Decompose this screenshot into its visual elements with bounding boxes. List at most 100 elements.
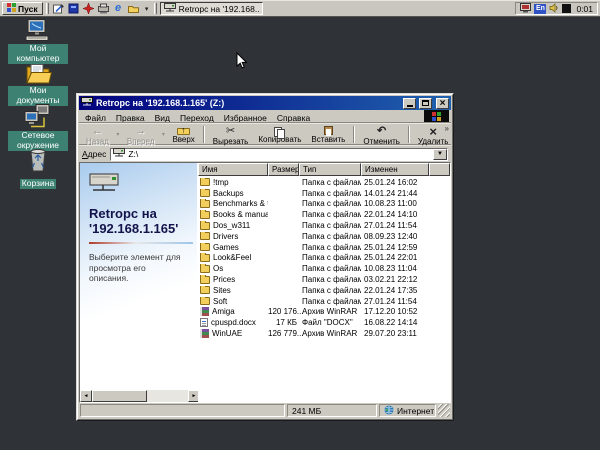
network-drive-icon: [113, 145, 126, 163]
show-desktop-icon[interactable]: [52, 2, 65, 15]
file-name-cell: WinUAE: [198, 329, 268, 339]
file-name-label: Books & manuals: [213, 210, 268, 220]
file-modified-cell: 14.01.24 21:44: [364, 188, 418, 198]
toolbar-group-up: Вверх: [167, 124, 199, 145]
app-gray-icon[interactable]: [97, 2, 110, 15]
file-row[interactable]: cpuspd.docx 17 КБ Файл "DOCX" 16.08.22 14:1…: [198, 317, 450, 328]
rar-icon: [200, 307, 209, 317]
toolbar-separator: [353, 126, 356, 143]
horizontal-scrollbar[interactable]: ◄ ►: [80, 390, 200, 402]
file-row[interactable]: Drivers Папка с файлами08.09.23 12:40: [198, 231, 450, 242]
minimize-button[interactable]: [403, 97, 416, 109]
display-tray-icon[interactable]: [520, 0, 532, 18]
file-name-cell: Benchmarks & tests: [198, 199, 268, 208]
toolbar-group-undo: Отменить: [358, 124, 405, 146]
file-modified-cell: 25.01.24 12:59: [364, 242, 418, 252]
menu-item-favorites[interactable]: Избранное: [219, 113, 272, 123]
file-name-cell: cpuspd.docx: [198, 318, 268, 328]
toolbar-overflow-chevron[interactable]: »: [445, 124, 449, 133]
start-label: Пуск: [18, 3, 38, 14]
file-row[interactable]: Soft Папка с файлами27.01.24 11:54: [198, 296, 450, 307]
resize-grip[interactable]: [438, 404, 450, 417]
menu-item-go[interactable]: Переход: [175, 113, 219, 123]
file-row[interactable]: Sites Папка с файлами22.01.24 17:35: [198, 285, 450, 296]
back-dropdown-arrow[interactable]: [114, 124, 122, 145]
column-headers: Имя Размер Тип Изменен: [198, 163, 450, 176]
desktop-icon-my-computer[interactable]: Мой компьютер: [8, 19, 68, 66]
start-button[interactable]: Пуск: [2, 2, 43, 15]
undo-button[interactable]: Отменить: [358, 124, 405, 146]
app-red-icon[interactable]: [82, 2, 95, 15]
file-row[interactable]: Look&Feel Папка с файлами25.01.24 22:01: [198, 253, 450, 264]
file-size-cell: 17 КБ: [275, 318, 297, 328]
rar-icon: [200, 329, 209, 339]
address-dropdown-button[interactable]: ▼: [433, 148, 447, 160]
app-blue-icon[interactable]: [67, 2, 80, 15]
folder-icon[interactable]: [127, 2, 140, 15]
desktop-icon-recycle-bin[interactable]: Корзина: [8, 147, 68, 191]
file-name-label: Dos_w311: [213, 221, 251, 231]
desktop-icon-label: Мои документы: [8, 85, 68, 106]
file-row[interactable]: !tmp Папка с файлами25.01.24 16:02: [198, 177, 450, 188]
toolbar-group-paste: Вставить: [306, 124, 350, 145]
copy-button[interactable]: Копировать: [253, 124, 306, 145]
forward-dropdown-arrow[interactable]: [159, 124, 167, 145]
file-type-cell: Папка с файлами: [302, 296, 361, 306]
windows-logo-icon: [7, 3, 16, 14]
file-rows: !tmpПапка с файлами25.01.24 16:02Backups…: [198, 176, 450, 339]
file-name-label: Amiga: [212, 307, 235, 317]
file-size-cell: 120 176...: [268, 307, 304, 317]
undo-arrow-icon: [377, 126, 386, 137]
menu-item-view[interactable]: Вид: [150, 113, 175, 123]
file-row[interactable]: Benchmarks & tests Папка с файлами10.08.2…: [198, 199, 450, 210]
volume-icon[interactable]: [549, 0, 559, 18]
desktop-icon-my-documents[interactable]: Мои документы: [8, 61, 68, 108]
folder-icon: [200, 177, 210, 187]
file-row[interactable]: Os Папка с файлами10.08.23 11:04: [198, 263, 450, 274]
maximize-button[interactable]: [419, 97, 432, 109]
quicklaunch-overflow-arrow[interactable]: ▾: [143, 5, 151, 13]
taskbar-window-button[interactable]: Retropc на '192.168...: [159, 2, 263, 15]
file-row[interactable]: Books & manuals Папка с файлами22.01.24 1…: [198, 209, 450, 220]
file-modified-cell: 29.07.20 23:11: [364, 329, 417, 339]
menu-item-file[interactable]: Файл: [80, 113, 111, 123]
close-button[interactable]: ×: [436, 97, 449, 109]
folder-icon: [200, 296, 210, 306]
paste-button-label: Вставить: [311, 135, 346, 144]
file-row[interactable]: Amiga 120 176... Архив WinRAR 17.12.20 10:5…: [198, 307, 450, 318]
paste-button[interactable]: Вставить: [306, 124, 350, 145]
file-row[interactable]: Prices Папка с файлами03.02.21 22:12: [198, 274, 450, 285]
up-button[interactable]: Вверх: [167, 124, 199, 145]
back-button[interactable]: Назад: [81, 124, 114, 146]
scroll-left-arrow[interactable]: ◄: [80, 390, 92, 402]
forward-button[interactable]: Вперед: [122, 124, 160, 146]
column-header-type[interactable]: Тип: [299, 163, 361, 176]
column-header-size[interactable]: Размер: [268, 163, 299, 176]
menu-item-help[interactable]: Справка: [272, 113, 315, 123]
file-modified-cell: 25.01.24 16:02: [364, 177, 418, 187]
file-row[interactable]: Backups Папка с файлами14.01.24 21:44: [198, 188, 450, 199]
folder-icon: [200, 199, 210, 208]
scrollbar-track[interactable]: [147, 390, 188, 402]
task-button-label: Retropc на '192.168...: [178, 3, 259, 14]
scrollbar-thumb[interactable]: [92, 390, 147, 402]
internet-explorer-icon[interactable]: e: [112, 2, 125, 15]
system-tray: En 0:01: [515, 2, 598, 15]
address-input[interactable]: Z:\ ▼: [110, 145, 448, 163]
file-row[interactable]: Dos_w311 Папка с файлами27.01.24 11:54: [198, 220, 450, 231]
file-type-cell: Папка с файлами: [302, 242, 361, 252]
toolbar-group-cut: Вырезать: [208, 124, 254, 146]
file-type-cell: Папка с файлами: [302, 199, 361, 209]
file-modified-cell: 22.01.24 17:35: [364, 285, 418, 295]
file-name-label: WinUAE: [212, 329, 243, 339]
column-header-name[interactable]: Имя: [198, 163, 268, 176]
app-tray-icon[interactable]: [562, 4, 572, 13]
file-row[interactable]: Games Папка с файлами25.01.24 12:59: [198, 242, 450, 253]
cut-button[interactable]: Вырезать: [208, 124, 254, 146]
column-header-modified[interactable]: Изменен: [361, 163, 429, 176]
language-indicator[interactable]: En: [534, 3, 547, 14]
network-drive-icon: [89, 173, 123, 199]
file-row[interactable]: WinUAE 126 779... Архив WinRAR 29.07.20 23:…: [198, 328, 450, 339]
menu-item-edit[interactable]: Правка: [111, 113, 150, 123]
desktop-icon-network-neighborhood[interactable]: Сетевое окружение: [8, 104, 68, 153]
